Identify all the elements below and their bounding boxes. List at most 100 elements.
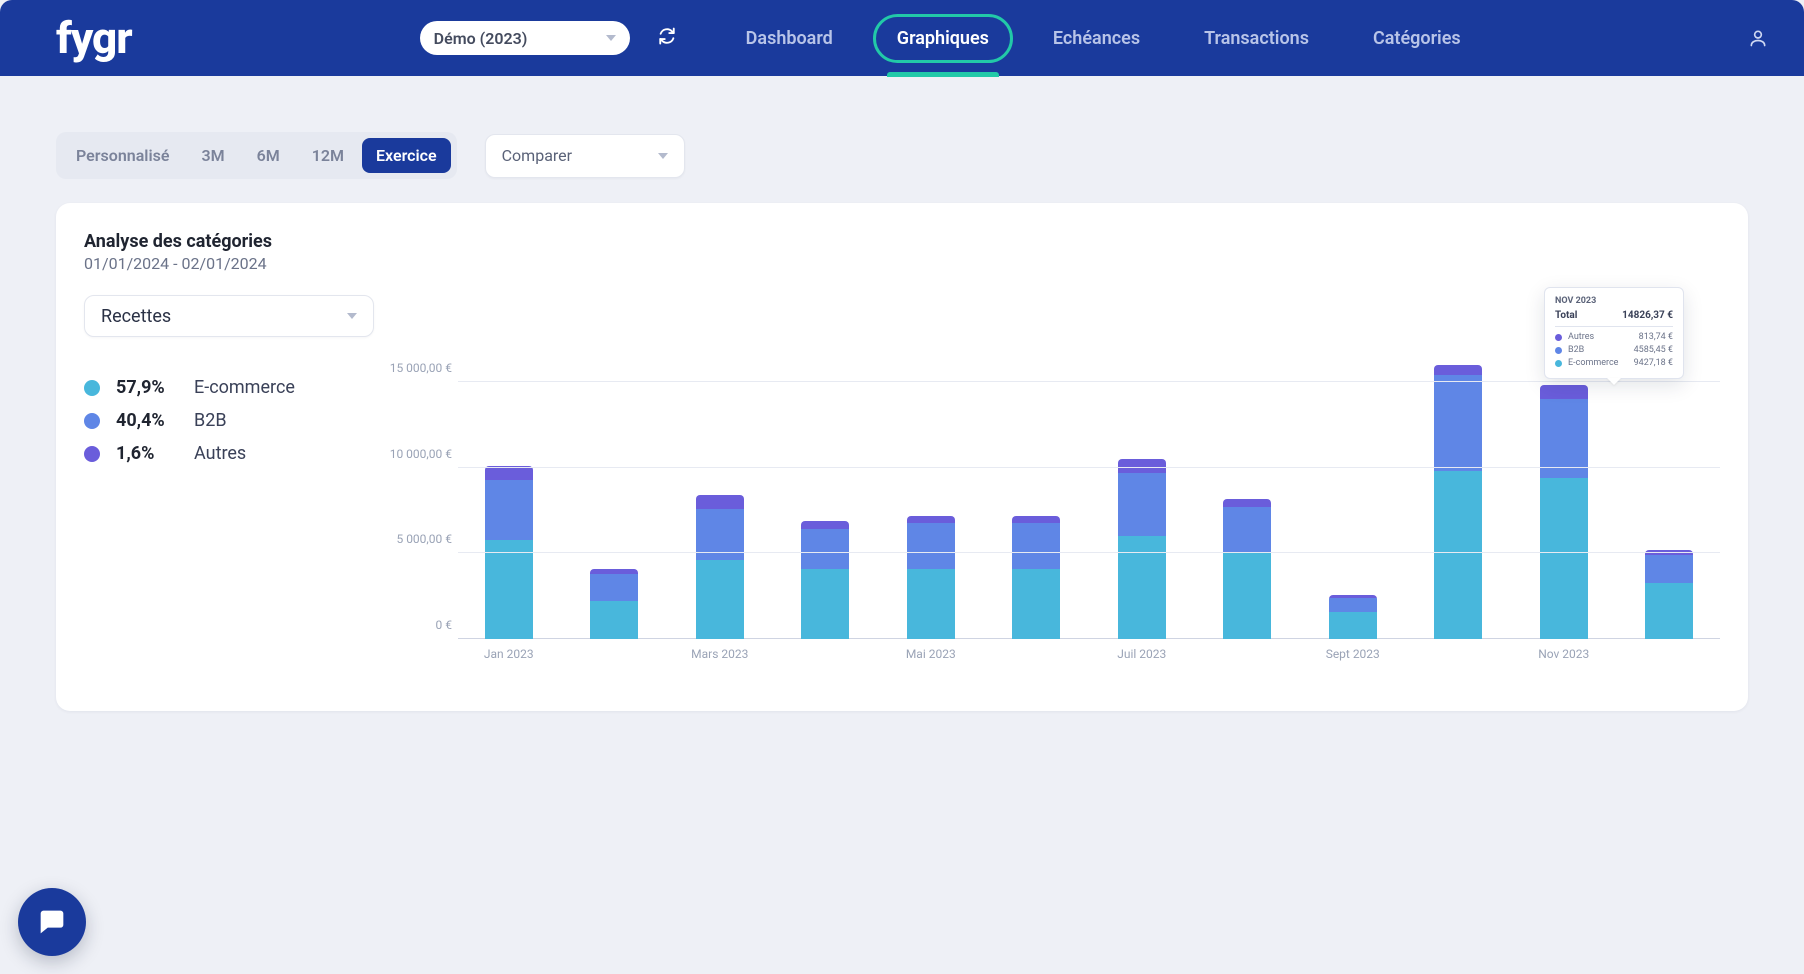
card-title: Analyse des catégories — [84, 231, 1720, 252]
stacked-bar — [1645, 550, 1693, 639]
bar-segment — [485, 480, 533, 540]
tooltip-total-row: Total 14826,37 € — [1555, 310, 1673, 327]
bar-segment — [1223, 553, 1271, 639]
bar-slot[interactable] — [894, 516, 968, 639]
logo: fygr — [56, 12, 132, 64]
chip-3m[interactable]: 3M — [187, 138, 238, 173]
stacked-bar — [1012, 516, 1060, 639]
legend-label: B2B — [194, 410, 227, 431]
chat-button[interactable] — [18, 888, 86, 956]
chevron-down-icon — [606, 35, 616, 41]
bar-segment — [485, 540, 533, 639]
card-content: 57,9%E-commerce40,4%B2B1,6%Autres 0 €5 0… — [84, 365, 1720, 675]
category-select[interactable]: Recettes — [84, 295, 374, 337]
bar-segment — [1434, 375, 1482, 471]
bar-segment — [1223, 499, 1271, 508]
nav-item-graphiques[interactable]: Graphiques — [895, 22, 991, 55]
analysis-card: Analyse des catégories 01/01/2024 - 02/0… — [56, 203, 1748, 711]
stacked-bar — [1540, 385, 1588, 639]
user-icon[interactable] — [1748, 28, 1768, 48]
x-tick-label — [789, 639, 863, 675]
tooltip-row-label: Autres — [1568, 332, 1633, 342]
legend-label: Autres — [194, 443, 246, 464]
tooltip-row-value: 813,74 € — [1639, 332, 1673, 342]
stacked-bar — [907, 516, 955, 639]
bar-segment — [1223, 507, 1271, 553]
legend-dot — [84, 413, 100, 429]
bar-slot[interactable] — [1527, 385, 1601, 639]
stacked-bar — [696, 495, 744, 639]
stacked-bar — [1223, 499, 1271, 639]
bar-slot[interactable] — [1211, 499, 1285, 639]
nav-item-dashboard[interactable]: Dashboard — [744, 22, 835, 55]
bar-segment — [907, 516, 955, 523]
nav-item-categories[interactable]: Catégories — [1371, 22, 1463, 55]
x-tick-label — [578, 639, 652, 675]
bar-segment — [1012, 569, 1060, 639]
bar-slot[interactable] — [1316, 595, 1390, 640]
nav-item-transactions[interactable]: Transactions — [1202, 22, 1311, 55]
bar-segment — [485, 466, 533, 480]
x-tick-label: Jan 2023 — [472, 639, 546, 675]
legend-percent: 57,9% — [116, 377, 178, 398]
bar-segment — [1434, 365, 1482, 375]
legend-item: 1,6% Autres — [84, 443, 364, 464]
bar-slot[interactable] — [1633, 550, 1707, 639]
tooltip-row: B2B4585,45 € — [1555, 345, 1673, 355]
tooltip-row: Autres 813,74 € — [1555, 332, 1673, 342]
refresh-icon[interactable] — [658, 27, 676, 50]
main-nav: Dashboard Graphiques Echéances Transacti… — [744, 22, 1463, 55]
bar-slot[interactable] — [1105, 459, 1179, 639]
y-tick-label: 15 000,00 € — [390, 361, 452, 375]
chevron-down-icon — [347, 313, 357, 319]
nav-item-echeances[interactable]: Echéances — [1051, 22, 1142, 55]
account-selector[interactable]: Démo (2023) — [420, 21, 630, 55]
chip-6m[interactable]: 6M — [243, 138, 294, 173]
chat-icon — [35, 905, 69, 939]
plot-area: NOV 2023 Total 14826,37 € Autres813,74 €… — [458, 365, 1720, 639]
bar-segment — [1540, 478, 1588, 639]
bar-segment — [801, 569, 849, 639]
chip-personnalise[interactable]: Personnalisé — [62, 138, 183, 173]
tooltip-dot — [1555, 334, 1562, 341]
legend-percent: 1,6% — [116, 443, 178, 464]
legend-dot — [84, 380, 100, 396]
x-tick-label: Sept 2023 — [1316, 639, 1390, 675]
chip-12m[interactable]: 12M — [298, 138, 358, 173]
period-chip-group: Personnalisé 3M 6M 12M Exercice — [56, 132, 457, 179]
compare-select[interactable]: Comparer — [485, 134, 685, 178]
stacked-bar — [1329, 595, 1377, 640]
x-tick-label — [1211, 639, 1285, 675]
x-tick-label — [1633, 639, 1707, 675]
x-axis: Jan 2023Mars 2023Mai 2023Juil 2023Sept 2… — [458, 639, 1720, 675]
compare-select-label: Comparer — [502, 146, 572, 165]
tooltip-period: NOV 2023 — [1555, 296, 1673, 306]
y-axis: 0 €5 000,00 €10 000,00 €15 000,00 € — [372, 365, 458, 639]
nav-underline — [887, 72, 999, 77]
bar-segment — [1329, 598, 1377, 612]
bar-segment — [1434, 471, 1482, 639]
bar-slot[interactable] — [1422, 365, 1496, 639]
bar-slot[interactable] — [578, 569, 652, 639]
tooltip-dot — [1555, 360, 1562, 367]
bar-slot[interactable] — [1000, 516, 1074, 639]
tooltip-row-label: B2B — [1568, 345, 1628, 355]
y-tick-label: 10 000,00 € — [390, 447, 452, 461]
tooltip-total-label: Total — [1555, 310, 1577, 321]
bar-slot[interactable] — [789, 521, 863, 639]
bar-segment — [590, 601, 638, 639]
x-tick-label: Mai 2023 — [894, 639, 968, 675]
bar-segment — [907, 569, 955, 639]
x-tick-label — [1000, 639, 1074, 675]
chevron-down-icon — [658, 153, 668, 159]
y-tick-label: 0 € — [436, 618, 452, 632]
legend-dot — [84, 446, 100, 462]
chip-exercice[interactable]: Exercice — [362, 138, 451, 173]
tooltip-row-value: 9427,18 € — [1634, 358, 1673, 368]
account-selector-label: Démo (2023) — [434, 29, 528, 48]
tooltip-row-label: E-commerce — [1568, 358, 1628, 368]
bar-segment — [696, 495, 744, 509]
y-tick-label: 5 000,00 € — [396, 532, 452, 546]
gridline — [458, 467, 1720, 468]
bar-slot[interactable] — [683, 495, 757, 639]
